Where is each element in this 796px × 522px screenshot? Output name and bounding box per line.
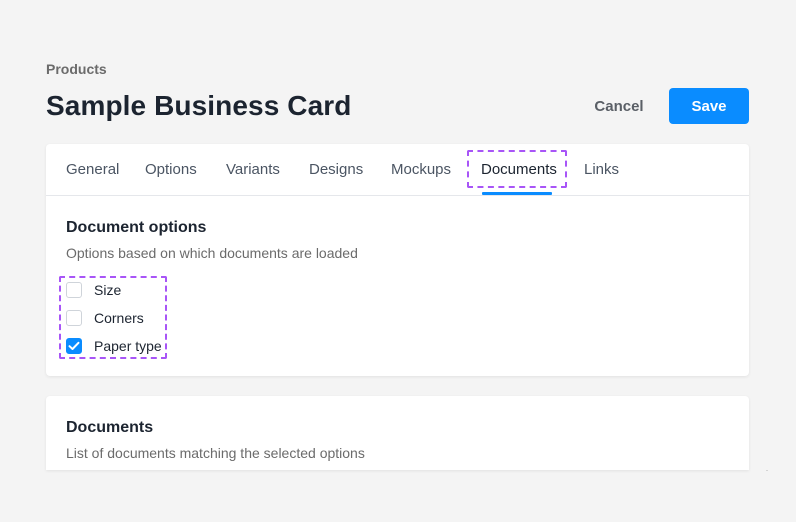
tab-general[interactable]: General [66, 161, 119, 178]
option-label: Corners [94, 310, 144, 326]
breadcrumb[interactable]: Products [46, 61, 107, 77]
active-tab-indicator [482, 192, 552, 195]
tab-options[interactable]: Options [145, 161, 197, 178]
tab-designs[interactable]: Designs [309, 161, 363, 178]
tab-variants[interactable]: Variants [226, 161, 280, 178]
page-title: Sample Business Card [46, 90, 352, 121]
documents-subtitle: List of documents matching the selected … [66, 445, 365, 461]
tab-links[interactable]: Links [584, 161, 619, 178]
documents-card: Documents List of documents matching the… [46, 396, 749, 470]
option-label: Paper type [94, 338, 162, 354]
cancel-button[interactable]: Cancel [588, 88, 650, 124]
tab-mockups[interactable]: Mockups [391, 161, 451, 178]
option-corners[interactable]: Corners [66, 308, 144, 328]
corners-checkbox[interactable] [66, 310, 82, 326]
tab-bar: General Options Variants Designs Mockups… [46, 144, 749, 196]
option-paper-type[interactable]: Paper type [66, 336, 162, 356]
document-options-title: Document options [66, 219, 207, 236]
page: Products Sample Business Card Cancel Sav… [0, 0, 796, 522]
option-size[interactable]: Size [66, 280, 121, 300]
tab-documents[interactable]: Documents [481, 161, 557, 178]
save-button[interactable]: Save [669, 88, 749, 124]
option-label: Size [94, 282, 122, 298]
divider [766, 470, 768, 471]
checkmark-icon [68, 341, 80, 350]
paper-type-checkbox[interactable] [66, 338, 82, 354]
document-options-card: General Options Variants Designs Mockups… [46, 144, 749, 376]
documents-title: Documents [66, 419, 154, 436]
document-options-subtitle: Options based on which documents are loa… [66, 245, 358, 261]
size-checkbox[interactable] [66, 282, 82, 298]
